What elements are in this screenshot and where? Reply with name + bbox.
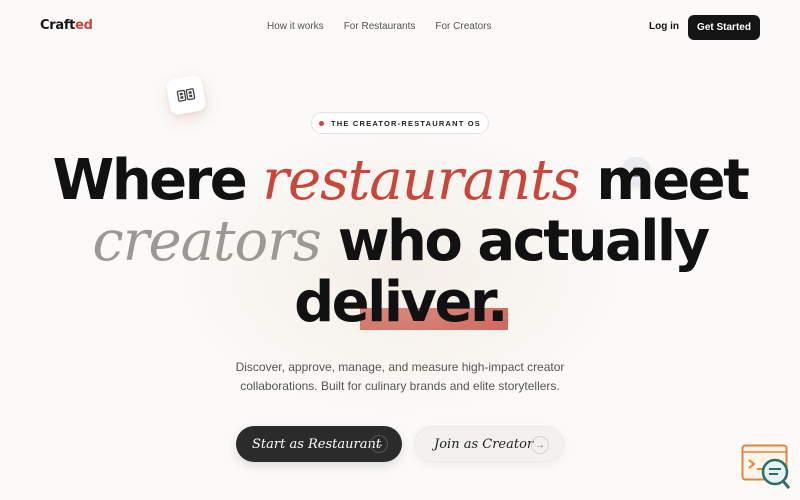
headline-word-restaurants: restaurants	[262, 148, 580, 213]
nav-link-for-creators[interactable]: For Creators	[435, 21, 491, 32]
arrow-right-icon: →	[531, 436, 549, 454]
join-as-creator-label: Join as Creator	[434, 436, 534, 452]
top-nav: Crafted How it works For Restaurants For…	[0, 0, 800, 56]
nav-links: How it works For Restaurants For Creator…	[267, 21, 492, 32]
headline-line-2: creators who actually	[0, 211, 800, 272]
badge-text: THE CREATOR-RESTAURANT OS	[331, 118, 481, 128]
headline-word-meet: meet	[596, 148, 750, 213]
headline-phrase-who-actually: who actually	[337, 209, 710, 274]
subtitle-line-2: collaborations. Built for culinary brand…	[240, 379, 560, 393]
start-as-restaurant-button[interactable]: Start as Restaurant →	[236, 426, 402, 462]
login-link[interactable]: Log in	[649, 21, 679, 32]
start-as-restaurant-label: Start as Restaurant	[252, 436, 382, 452]
nav-link-how-it-works[interactable]: How it works	[267, 21, 324, 32]
arrow-right-icon: →	[370, 435, 388, 453]
nav-link-for-restaurants[interactable]: For Restaurants	[344, 21, 416, 32]
headline-line-1: Where restaurants meet	[0, 150, 800, 211]
headline-word-where: Where	[52, 148, 248, 213]
hero-headline: Where restaurants meet creators who actu…	[0, 150, 800, 333]
get-started-button[interactable]: Get Started	[688, 15, 760, 40]
logo[interactable]: Crafted	[40, 18, 93, 33]
hero-subtitle: Discover, approve, manage, and measure h…	[0, 358, 800, 396]
chat-support-icon[interactable]	[741, 444, 791, 490]
join-as-creator-button[interactable]: Join as Creator →	[414, 426, 564, 462]
subtitle-line-1: Discover, approve, manage, and measure h…	[235, 360, 565, 374]
headline-word-creators: creators	[92, 209, 321, 274]
headline-word-deliver: deliver.	[294, 270, 508, 335]
grid-icon	[165, 74, 207, 116]
headline-line-3: deliver.	[0, 272, 800, 333]
badge-dot	[319, 120, 324, 126]
hero-badge: THE CREATOR-RESTAURANT OS	[311, 112, 489, 134]
